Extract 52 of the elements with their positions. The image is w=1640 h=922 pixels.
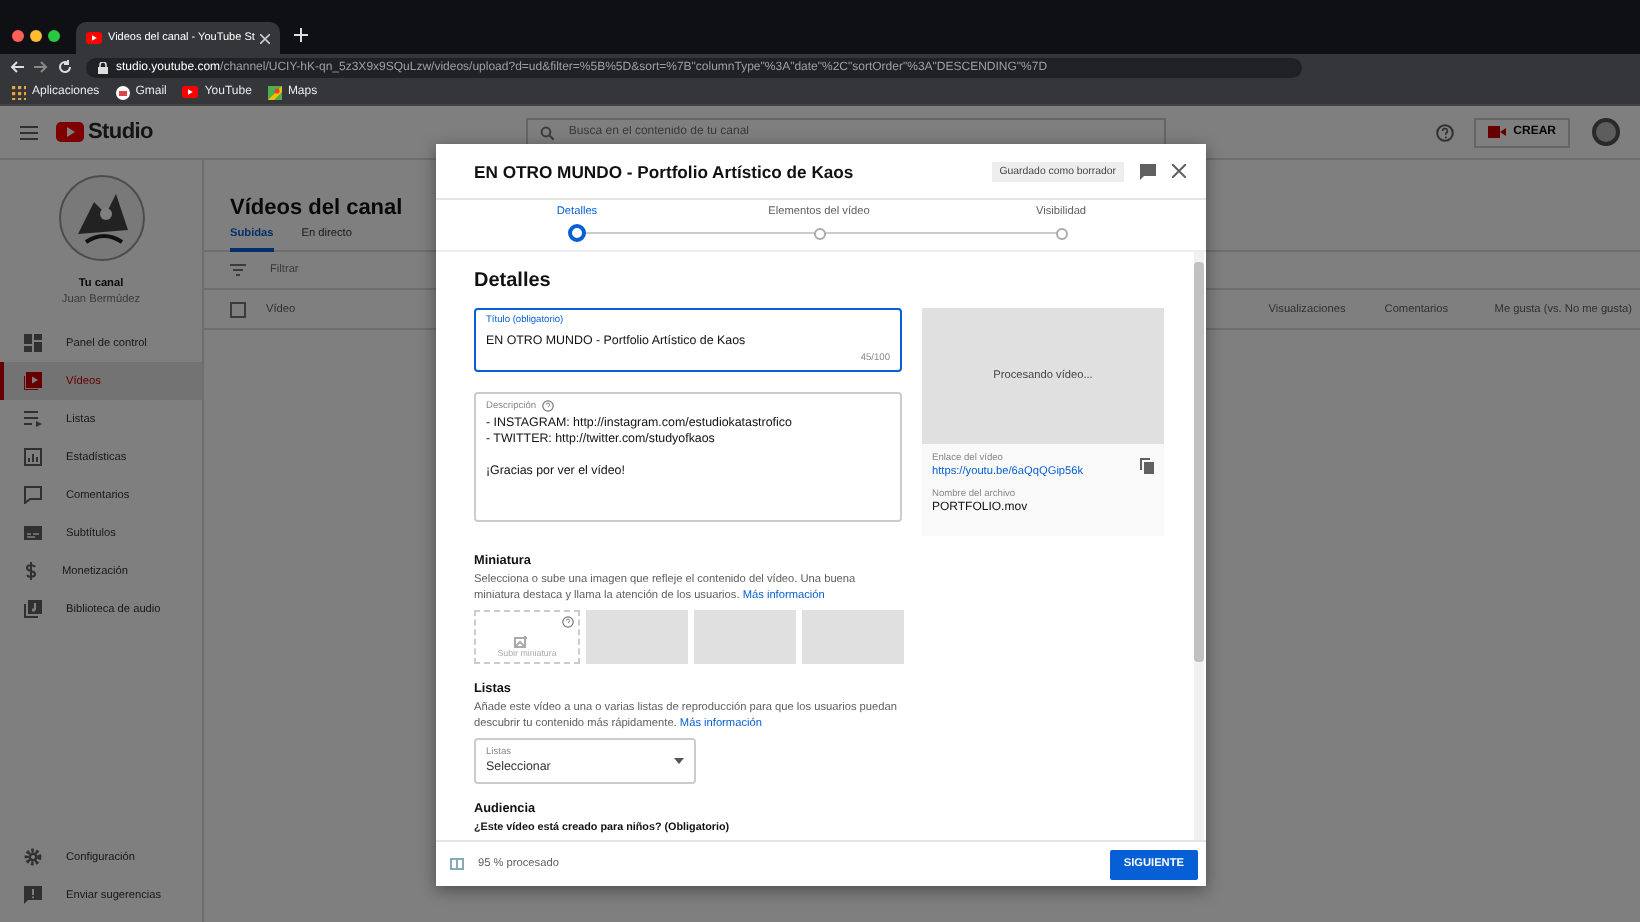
close-icon bbox=[1172, 164, 1186, 178]
playlist-icon bbox=[24, 410, 42, 428]
logo-icon bbox=[56, 122, 84, 142]
section-title: Detalles bbox=[474, 270, 553, 296]
dollar-icon bbox=[24, 562, 38, 580]
copy-button[interactable] bbox=[1140, 458, 1154, 474]
settings-icon bbox=[24, 848, 42, 866]
mail-icon bbox=[115, 85, 130, 99]
filter-icon bbox=[230, 264, 246, 276]
dialog-title: EN OTRO MUNDO - Portfolio Artístico de Kaos bbox=[474, 161, 856, 181]
audio-library-icon bbox=[24, 600, 42, 618]
map-icon bbox=[267, 85, 282, 99]
back-icon bbox=[10, 60, 24, 74]
search-icon bbox=[540, 125, 555, 139]
channel-avatar bbox=[57, 174, 145, 262]
processing-icon bbox=[450, 858, 464, 870]
video-icon bbox=[24, 372, 42, 390]
window-zoom-button[interactable] bbox=[48, 29, 60, 41]
plus-icon bbox=[294, 27, 309, 41]
play-icon bbox=[182, 86, 199, 98]
chart-icon bbox=[24, 448, 42, 466]
select-all-checkbox[interactable] bbox=[230, 301, 246, 317]
help-icon bbox=[562, 616, 574, 628]
comment-icon bbox=[24, 486, 42, 504]
thumbnail-placeholder bbox=[586, 610, 688, 664]
dashboard-icon bbox=[24, 334, 42, 352]
reload-icon bbox=[58, 60, 72, 74]
help-icon bbox=[542, 400, 555, 412]
window-minimize-button[interactable] bbox=[30, 29, 42, 41]
grid-icon bbox=[12, 85, 26, 99]
forward-icon bbox=[34, 60, 48, 74]
menu-icon bbox=[20, 125, 38, 139]
close-button[interactable] bbox=[1172, 164, 1186, 178]
play-icon bbox=[86, 32, 102, 44]
camera-icon bbox=[1487, 126, 1506, 138]
page-title: Vídeos del canal bbox=[230, 194, 403, 224]
thumbnail-placeholder bbox=[802, 610, 904, 664]
lock-icon bbox=[98, 61, 108, 73]
close-icon bbox=[260, 33, 271, 43]
window-close-button[interactable] bbox=[12, 29, 24, 41]
feedback-icon bbox=[24, 886, 42, 904]
feedback-icon bbox=[1140, 163, 1156, 179]
scrollbar-thumb[interactable] bbox=[1194, 262, 1204, 662]
logo-text: Studio bbox=[88, 120, 153, 144]
help-icon bbox=[1435, 123, 1454, 141]
thumbnail-placeholder bbox=[694, 610, 796, 664]
account-avatar[interactable] bbox=[1592, 118, 1620, 146]
caret-icon bbox=[674, 758, 684, 764]
copy-icon bbox=[1140, 458, 1154, 474]
subtitles-icon bbox=[24, 524, 42, 542]
image-add-icon bbox=[514, 636, 528, 648]
feedback-button[interactable] bbox=[1140, 163, 1156, 179]
